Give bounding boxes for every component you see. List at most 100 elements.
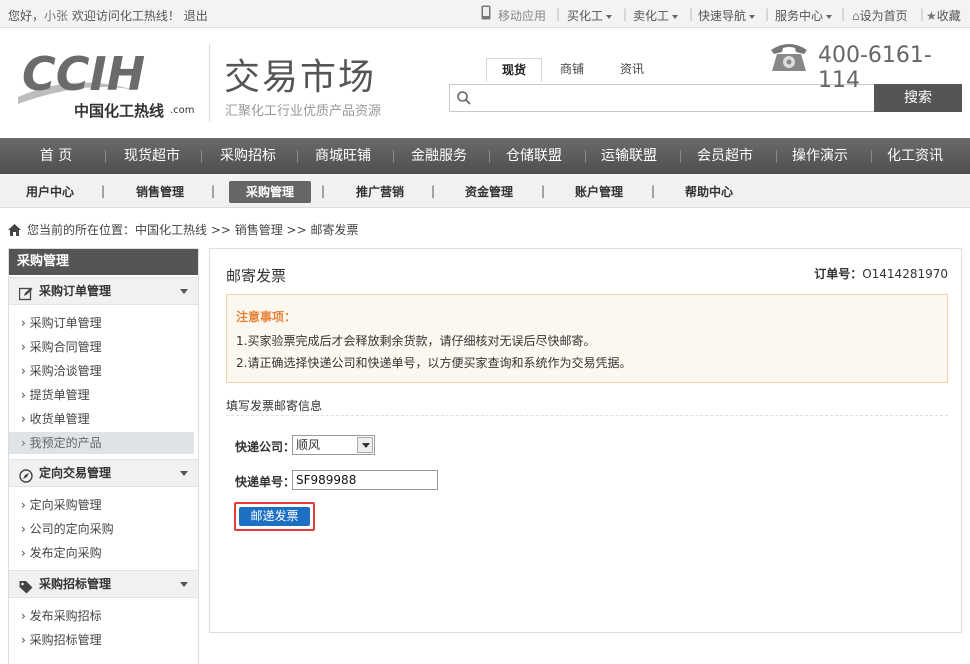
subnav-help[interactable]: 帮助中心 [677, 181, 741, 203]
courier-label: 快递公司： [235, 440, 296, 454]
nav-member-market[interactable]: 会员超市 [689, 138, 761, 174]
sidebar-group-purchase-orders[interactable]: 采购订单管理 [9, 277, 198, 305]
chevron-down-icon [749, 14, 756, 19]
chevron-down-icon [180, 471, 188, 476]
order-number-label: 订单号： [814, 267, 863, 281]
username-link[interactable]: 小张 [44, 9, 68, 23]
sidebar-item-label: 采购洽谈管理 [29, 364, 102, 378]
sidebar-item-purchase-negotiations[interactable]: › 采购洽谈管理 [9, 360, 194, 382]
main-content: 邮寄发票 订单号：O1414281970 注意事项： 1.买家验票完成后才会释放… [209, 248, 962, 633]
chevron-down-icon [826, 14, 833, 19]
sidebar-group-label: 采购招标管理 [39, 577, 112, 591]
sidebar-item-label: 收货单管理 [29, 412, 90, 426]
nav-procurement-tender[interactable]: 采购招标 [212, 138, 284, 174]
logo-text: CCIH [22, 47, 145, 101]
buy-chem-label: 买化工 [567, 9, 604, 23]
sidebar-item-directed-purchase[interactable]: › 定向采购管理 [9, 494, 194, 516]
subnav-promotion[interactable]: 推广营销 [348, 181, 412, 203]
set-homepage-link[interactable]: ⌂设为首页 [852, 7, 908, 24]
form-section-title: 填写发票邮寄信息 [226, 399, 323, 413]
tab-shops[interactable]: 商铺 [548, 58, 596, 82]
subnav-sales[interactable]: 销售管理 [128, 181, 192, 203]
mobile-app-link[interactable]: 移动应用 [498, 7, 546, 24]
top-bar: 您好，小张 欢迎访问化工热线！ 退出 移动应用 | 买化工 | 卖化工 | 快速… [0, 0, 970, 28]
sidebar-item-purchase-orders[interactable]: › 采购订单管理 [9, 312, 194, 334]
site-logo[interactable]: CCIH 中国化工热线 .com [14, 42, 198, 122]
search-icon [456, 90, 472, 109]
header-divider [209, 44, 210, 122]
sidebar-item-receipts[interactable]: › 收货单管理 [9, 408, 194, 430]
sell-chem-label: 卖化工 [633, 9, 670, 23]
quick-nav-menu[interactable]: 快速导航 [698, 7, 756, 24]
service-center-menu[interactable]: 服务中心 [775, 7, 833, 24]
nav-warehouse[interactable]: 仓储联盟 [498, 138, 570, 174]
tab-spot[interactable]: 现货 [486, 58, 542, 82]
subnav-procurement[interactable]: 采购管理 [229, 181, 311, 203]
sidebar-item-label: 采购合同管理 [29, 340, 102, 354]
sidebar-item-label: 采购订单管理 [29, 316, 102, 330]
sidebar-item-label: 提货单管理 [29, 388, 90, 402]
logo-com: .com [170, 105, 195, 116]
sidebar-item-publish-directed[interactable]: › 发布定向采购 [9, 542, 194, 564]
nav-mall-shops[interactable]: 商城旺铺 [307, 138, 379, 174]
subnav-funds[interactable]: 资金管理 [457, 181, 521, 203]
favorite-link[interactable]: ★收藏 [926, 7, 961, 24]
star-icon: ★ [926, 9, 937, 23]
sidebar-title: 采购管理 [9, 249, 198, 275]
sidebar-item-pickup-bills[interactable]: › 提货单管理 [9, 384, 194, 406]
sidebar-group-directed-trading[interactable]: 定向交易管理 [9, 459, 198, 487]
sidebar-item-label: 发布定向采购 [29, 546, 102, 560]
courier-select-value: 顺风 [296, 438, 321, 452]
page-title: 邮寄发票 [226, 267, 287, 285]
sidebar-item-tender-management[interactable]: › 采购招标管理 [9, 629, 194, 651]
greeting-prefix: 您好， [8, 9, 45, 23]
sidebar-item-label: 采购招标管理 [29, 633, 102, 647]
sidebar-item-label: 定向采购管理 [29, 498, 102, 512]
home-icon [8, 224, 21, 239]
sidebar-item-publish-tender[interactable]: › 发布采购招标 [9, 605, 194, 627]
sidebar-item-reserved-products[interactable]: › 我预定的产品 [9, 432, 194, 454]
service-center-label: 服务中心 [775, 9, 824, 23]
greeting: 您好，小张 欢迎访问化工热线！ 退出 [8, 7, 208, 24]
buy-chem-menu[interactable]: 买化工 [567, 7, 613, 24]
nav-finance[interactable]: 金融服务 [403, 138, 475, 174]
chevron-down-icon [180, 582, 188, 587]
search-input[interactable] [476, 88, 876, 108]
sub-nav: 用户中心 | 销售管理 | 采购管理 | 推广营销 | 资金管理 | 账户管理 … [0, 174, 970, 208]
compass-icon [19, 466, 33, 483]
subnav-account[interactable]: 账户管理 [567, 181, 631, 203]
welcome-text: 欢迎访问化工热线！ [71, 9, 180, 23]
edit-icon [18, 284, 33, 301]
sell-chem-menu[interactable]: 卖化工 [633, 7, 679, 24]
submit-highlight: 邮递发票 [234, 502, 315, 531]
sidebar-group-label: 采购订单管理 [39, 284, 112, 298]
notice-line-2: 2.请正确选择快递公司和快递单号，以方便买家查询和系统作为交易凭据。 [236, 356, 632, 370]
sidebar-item-label: 公司的定向采购 [29, 522, 114, 536]
nav-chem-news[interactable]: 化工资讯 [879, 138, 951, 174]
tracking-number-input[interactable] [292, 470, 438, 490]
nav-home[interactable]: 首 页 [20, 138, 92, 174]
tab-news[interactable]: 资讯 [608, 58, 656, 82]
chevron-down-icon [180, 289, 188, 294]
main-nav: 首 页 现货超市 采购招标 商城旺铺 金融服务 仓储联盟 运输联盟 会员超市 操… [0, 138, 970, 174]
mail-invoice-button[interactable]: 邮递发票 [239, 507, 310, 526]
sidebar-item-company-directed[interactable]: › 公司的定向采购 [9, 518, 194, 540]
nav-demo[interactable]: 操作演示 [784, 138, 856, 174]
courier-select[interactable]: 顺风 [292, 435, 375, 455]
phone-icon [768, 40, 810, 74]
sidebar-group-tender[interactable]: 采购招标管理 [9, 570, 198, 598]
nav-spot-market[interactable]: 现货超市 [116, 138, 188, 174]
market-title: 交易市场 [224, 57, 377, 98]
chevron-down-icon [357, 437, 373, 453]
sidebar-item-purchase-contracts[interactable]: › 采购合同管理 [9, 336, 194, 358]
subnav-user-center[interactable]: 用户中心 [18, 181, 82, 203]
nav-transport[interactable]: 运输联盟 [593, 138, 665, 174]
order-number-value: O1414281970 [862, 267, 948, 281]
logout-link[interactable]: 退出 [184, 9, 208, 23]
tag-icon [19, 577, 33, 594]
notice-box: 注意事项： 1.买家验票完成后才会释放剩余货款，请仔细核对无误后尽快邮寄。 2.… [226, 294, 948, 383]
order-number: 订单号：O1414281970 [814, 265, 948, 282]
quick-nav-label: 快速导航 [698, 9, 747, 23]
sidebar-item-label: 发布采购招标 [29, 609, 102, 623]
market-subtitle: 汇聚化工行业优质产品资源 [225, 104, 382, 119]
